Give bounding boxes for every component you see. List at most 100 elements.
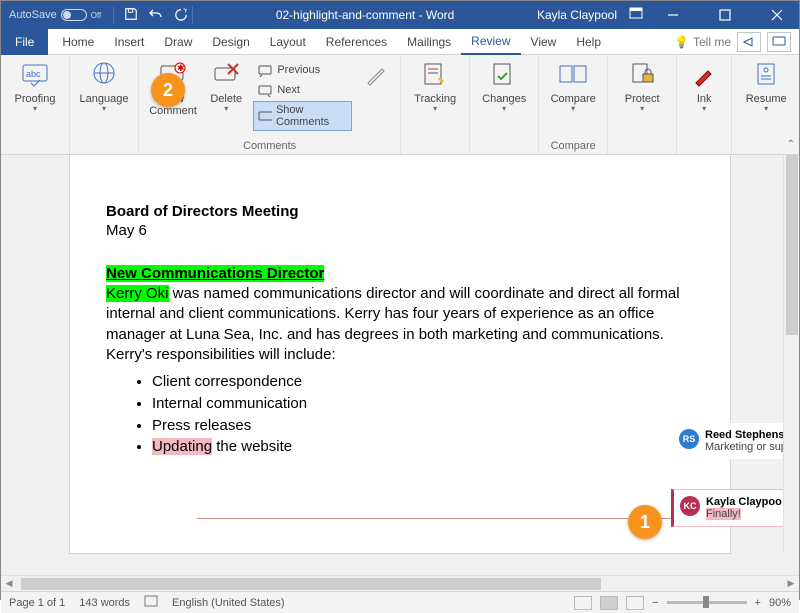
tracking-button[interactable]: Tracking ▾ [409,59,461,114]
page-indicator[interactable]: Page 1 of 1 [9,597,65,609]
read-mode-button[interactable] [574,596,592,610]
word-count[interactable]: 143 words [79,597,130,609]
callout-badge-1: 1 [628,505,662,539]
group-protect: Protect ▾ [608,55,677,154]
zoom-out-button[interactable]: − [652,597,658,609]
group-comments: ✱ New Comment Delete ▾ Previous Next [139,55,401,154]
undo-icon[interactable] [148,7,164,24]
group-compare: Compare ▾ Compare [539,55,608,154]
language-indicator[interactable]: English (United States) [172,597,285,609]
minimize-button[interactable] [651,1,695,29]
close-button[interactable] [755,1,799,29]
dropdown-arrow-icon: ▾ [640,105,644,114]
tab-mailings[interactable]: Mailings [397,29,461,55]
titlebar: AutoSave Off 02-highlight-and-comment - … [1,1,799,29]
autosave-label: AutoSave [9,9,57,21]
toggle-icon [61,9,87,21]
user-name[interactable]: Kayla Claypool [533,8,621,22]
resume-button[interactable]: Resume ▾ [740,59,792,114]
share-button[interactable] [737,32,761,52]
avatar: KC [680,496,700,516]
comment-item-active[interactable]: KC Kayla Claypoo Finally! [671,489,799,527]
autosave-toggle[interactable]: AutoSave Off [1,9,109,21]
tab-draw[interactable]: Draw [154,29,202,55]
group-ink: Ink ▾ [677,55,732,154]
tab-design[interactable]: Design [202,29,259,55]
group-label [616,138,668,152]
ink-button[interactable]: Ink ▾ [685,59,723,114]
dropdown-arrow-icon: ▾ [571,105,575,114]
group-label [478,138,530,152]
protect-button[interactable]: Protect ▾ [616,59,668,114]
group-label [409,138,461,152]
lightbulb-icon: 💡 [674,35,689,49]
tab-insert[interactable]: Insert [104,29,154,55]
dropdown-arrow-icon: ▾ [224,105,228,114]
changes-button[interactable]: Changes ▾ [478,59,530,114]
avatar: RS [679,429,699,449]
scroll-left-icon[interactable]: ◀ [1,576,17,592]
language-button[interactable]: Language ▾ [78,59,130,114]
web-layout-button[interactable] [626,596,644,610]
tab-file[interactable]: File [1,29,48,55]
proofing-status-icon[interactable] [144,594,158,611]
group-label [9,138,61,152]
vertical-scrollbar[interactable] [783,155,799,553]
doc-heading: Board of Directors Meeting [106,203,694,220]
doc-date: May 6 [106,222,694,239]
highlighted-name: Kerry Oki [106,285,169,302]
comment-author: Reed Stephens [705,429,787,441]
tab-review[interactable]: Review [461,29,520,55]
document-page[interactable]: Board of Directors Meeting May 6 New Com… [70,155,730,553]
tab-view[interactable]: View [521,29,567,55]
dropdown-arrow-icon: ▾ [702,105,706,114]
save-icon[interactable] [124,7,138,24]
show-comments-button[interactable]: Show Comments [253,101,352,131]
previous-label: Previous [277,64,320,76]
comment-author: Kayla Claypoo [706,496,782,508]
proofing-button[interactable]: abc Proofing ▾ [9,59,61,114]
zoom-level[interactable]: 90% [769,597,791,609]
autosave-state: Off [91,11,102,20]
tab-references[interactable]: References [316,29,397,55]
previous-comment-button[interactable]: Previous [253,61,352,79]
next-label: Next [277,84,300,96]
zoom-slider[interactable] [667,601,747,604]
next-comment-button[interactable]: Next [253,81,352,99]
document-area: Board of Directors Meeting May 6 New Com… [1,155,799,575]
redo-icon[interactable] [174,7,188,24]
comment-text: Marketing or sup [705,441,787,453]
highlighted-word: Updating [152,438,212,455]
maximize-button[interactable] [703,1,747,29]
svg-text:✱: ✱ [177,63,185,73]
group-label [685,138,723,152]
zoom-in-button[interactable]: + [755,597,761,609]
ribbon-options-icon[interactable] [629,7,643,24]
tell-me-label: Tell me [693,35,731,49]
tab-layout[interactable]: Layout [260,29,316,55]
window-title: 02-highlight-and-comment - Word [197,8,533,22]
doc-paragraph: Kerry Oki was named communications direc… [106,284,694,365]
scroll-right-icon[interactable]: ▶ [783,576,799,592]
group-label [740,138,792,152]
print-layout-button[interactable] [600,596,618,610]
dropdown-arrow-icon: ▾ [433,105,437,114]
comments-toggle-button[interactable] [767,32,791,52]
tab-home[interactable]: Home [52,29,104,55]
callout-badge-2: 2 [151,73,185,107]
show-comments-label: Show Comments [276,104,347,128]
delete-comment-button[interactable]: Delete ▾ [207,59,245,114]
comment-item[interactable]: RS Reed Stephens Marketing or sup [671,423,799,459]
collapse-ribbon-icon[interactable]: ⌃ [787,139,795,150]
tell-me-search[interactable]: 💡 Tell me [674,35,731,49]
ribbon-tabs: File Home Insert Draw Design Layout Refe… [1,29,799,55]
compare-button[interactable]: Compare ▾ [547,59,599,114]
list-item: Press releases [152,415,694,437]
tab-help[interactable]: Help [566,29,611,55]
ink-comment-button[interactable] [360,59,392,93]
list-item: Internal communication [152,393,694,415]
horizontal-scrollbar[interactable]: ◀ ▶ [1,575,799,591]
comments-pane: RS Reed Stephens Marketing or sup KC Kay… [671,423,799,527]
group-label [78,138,130,152]
dropdown-arrow-icon: ▾ [102,105,106,114]
